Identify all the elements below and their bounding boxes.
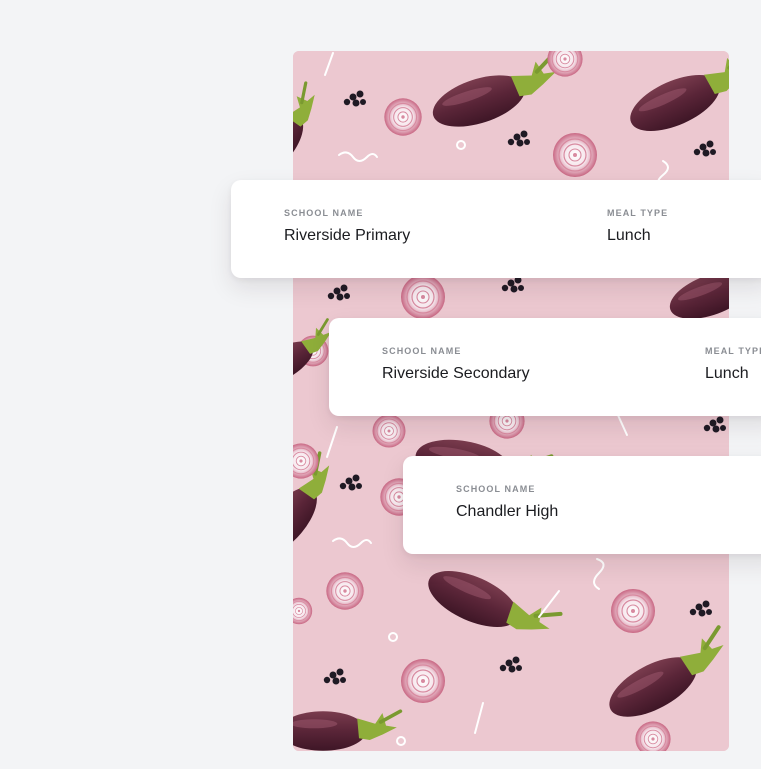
meal-type-label: MEAL TYPE bbox=[607, 208, 669, 218]
meal-type-value: Lunch bbox=[607, 227, 651, 244]
school-name-label: SCHOOL NAME bbox=[284, 208, 364, 218]
school-name-field: SCHOOL NAME Chandler High bbox=[456, 484, 558, 521]
meal-type-value: Lunch bbox=[705, 365, 749, 382]
school-card[interactable]: SCHOOL NAME Riverside Primary MEAL TYPE … bbox=[231, 180, 761, 278]
school-name-field: SCHOOL NAME Riverside Secondary bbox=[382, 346, 530, 383]
school-name-value: Chandler High bbox=[456, 503, 559, 520]
school-name-field: SCHOOL NAME Riverside Primary bbox=[284, 208, 410, 245]
school-name-value: Riverside Primary bbox=[284, 227, 411, 244]
meal-type-field: MEAL TYPE Lunch bbox=[705, 346, 761, 383]
school-name-label: SCHOOL NAME bbox=[382, 346, 462, 356]
meal-type-field: MEAL TYPE Lunch bbox=[607, 208, 668, 245]
school-name-value: Riverside Secondary bbox=[382, 365, 530, 382]
school-card[interactable]: SCHOOL NAME Riverside Secondary MEAL TYP… bbox=[329, 318, 761, 416]
school-name-label: SCHOOL NAME bbox=[456, 484, 536, 494]
meal-type-label: MEAL TYPE bbox=[705, 346, 761, 356]
school-card[interactable]: SCHOOL NAME Chandler High bbox=[403, 456, 761, 554]
canvas: SCHOOL NAME Riverside Primary MEAL TYPE … bbox=[0, 0, 761, 769]
